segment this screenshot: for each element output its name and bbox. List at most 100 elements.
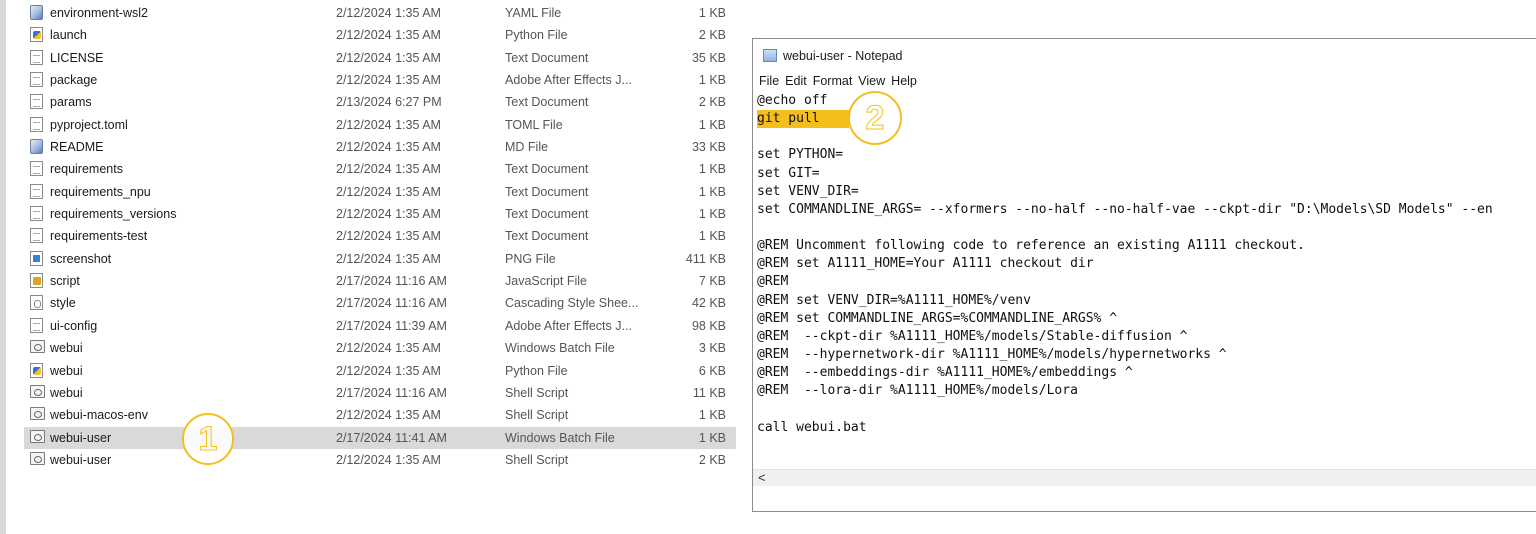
file-size: 98 KB: [691, 318, 726, 333]
file-row[interactable]: requirements 2/12/2024 1:35 AM Text Docume…: [24, 158, 736, 180]
code-line: call webui.bat: [757, 419, 867, 435]
file-size: 11 KB: [692, 385, 726, 400]
file-row[interactable]: webui 2/17/2024 11:16 AM Shell Script 11 KB: [24, 382, 736, 404]
text-file-icon: [30, 49, 43, 65]
file-row[interactable]: script 2/17/2024 11:16 AM JavaScript File 7…: [24, 270, 736, 292]
text-file-icon: [30, 161, 43, 177]
css-file-icon: [30, 295, 43, 311]
menu-edit[interactable]: Edit: [785, 74, 807, 88]
file-type: Text Document: [505, 207, 589, 222]
file-size: 2 KB: [698, 452, 726, 467]
file-type: YAML File: [505, 6, 562, 20]
file-size: 1 KB: [698, 117, 726, 132]
file-date: 2/12/2024 1:35 AM: [336, 162, 441, 177]
file-type: JavaScript File: [505, 274, 587, 289]
file-row[interactable]: pyproject.toml 2/12/2024 1:35 AM TOML File…: [24, 114, 736, 136]
text-editor-area[interactable]: @echo off git pull set PYTHON= set GIT= set …: [757, 92, 1536, 472]
menu-help[interactable]: Help: [891, 74, 917, 88]
js-file-icon: [30, 273, 43, 289]
file-date: 2/17/2024 11:16 AM: [336, 296, 447, 311]
file-type: Shell Script: [505, 385, 569, 400]
file-size: 33 KB: [691, 140, 726, 155]
file-row[interactable]: params 2/13/2024 6:27 PM Text Document 2 KB: [24, 91, 736, 113]
text-file-icon: [30, 94, 43, 110]
file-row[interactable]: requirements-test 2/12/2024 1:35 AM Text D…: [24, 225, 736, 247]
menu-view[interactable]: View: [858, 74, 885, 88]
yaml-file-icon: [30, 5, 43, 20]
file-row[interactable]: package 2/12/2024 1:35 AM Adobe After Effe…: [24, 69, 736, 91]
menu-format[interactable]: Format: [813, 74, 853, 88]
status-bar: [753, 486, 1536, 511]
file-date: 2/12/2024 1:35 AM: [336, 251, 441, 266]
file-date: 2/12/2024 1:35 AM: [336, 28, 441, 43]
menu-file[interactable]: File: [759, 74, 779, 88]
python-file-icon: [30, 362, 43, 378]
file-date: 2/12/2024 1:35 AM: [336, 6, 441, 20]
file-name: script: [50, 274, 80, 289]
batch-file-icon: [30, 340, 45, 354]
file-date: 2/13/2024 6:27 PM: [336, 95, 442, 110]
file-size: 1 KB: [698, 430, 726, 445]
file-name: ui-config: [50, 318, 98, 333]
file-row[interactable]: screenshot 2/12/2024 1:35 AM PNG File 411 K…: [24, 248, 736, 270]
window-title: webui-user - Notepad: [783, 49, 903, 63]
file-row[interactable]: webui-macos-env 2/12/2024 1:35 AM Shell Sc…: [24, 404, 736, 426]
file-row[interactable]: requirements_npu 2/12/2024 1:35 AM Text Do…: [24, 181, 736, 203]
file-row[interactable]: style 2/17/2024 11:16 AM Cascading Style S…: [24, 292, 736, 314]
file-type: Adobe After Effects J...: [505, 318, 632, 333]
scroll-left-arrow-icon[interactable]: <: [758, 470, 766, 485]
file-size: 1 KB: [698, 73, 726, 88]
file-type: Text Document: [505, 95, 589, 110]
file-name: webui-user: [50, 452, 112, 467]
file-name: webui: [50, 385, 83, 400]
file-row[interactable]: README 2/12/2024 1:35 AM MD File 33 KB: [24, 136, 736, 158]
file-type: Windows Batch File: [505, 341, 615, 356]
code-line: set PYTHON=: [757, 147, 844, 163]
file-date: 2/12/2024 1:35 AM: [336, 50, 441, 65]
file-row[interactable]: environment-wsl2 2/12/2024 1:35 AM YAML Fi…: [24, 2, 736, 24]
file-row[interactable]: launch 2/12/2024 1:35 AM Python File 2 KB: [24, 24, 736, 46]
file-row[interactable]: webui-user 2/17/2024 11:41 AM Windows Batc…: [24, 426, 736, 449]
file-type: Text Document: [505, 229, 589, 244]
file-name: pyproject.toml: [50, 117, 128, 132]
png-file-icon: [30, 250, 43, 266]
file-date: 2/12/2024 1:35 AM: [336, 73, 441, 88]
file-row[interactable]: webui 2/12/2024 1:35 AM Windows Batch File…: [24, 337, 736, 359]
file-row[interactable]: ui-config 2/17/2024 11:39 AM Adobe After E…: [24, 315, 736, 337]
code-line: @REM --lora-dir %A1111_HOME%/models/Lora: [757, 383, 1078, 399]
file-name: webui: [50, 341, 83, 356]
file-size: 1 KB: [698, 184, 726, 199]
code-line: @REM --embeddings-dir %A1111_HOME%/embed…: [757, 365, 1133, 381]
code-line: @REM Uncomment following code to referen…: [757, 238, 1305, 254]
file-type: Shell Script: [505, 408, 569, 423]
step-badge-2: 2: [848, 91, 902, 145]
file-size: 1 KB: [698, 6, 726, 20]
file-name: webui-user: [50, 430, 112, 445]
batch-file-icon: [30, 429, 45, 443]
file-date: 2/12/2024 1:35 AM: [336, 140, 441, 155]
horizontal-scrollbar[interactable]: <: [753, 469, 1536, 487]
file-date: 2/12/2024 1:35 AM: [336, 452, 441, 467]
file-name: webui: [50, 363, 83, 378]
file-type: PNG File: [505, 251, 556, 266]
python-file-icon: [30, 27, 43, 43]
file-name: launch: [50, 28, 87, 43]
file-size: 7 KB: [698, 274, 726, 289]
file-row[interactable]: webui 2/12/2024 1:35 AM Python File 6 KB: [24, 360, 736, 382]
file-row[interactable]: LICENSE 2/12/2024 1:35 AM Text Document 35 …: [24, 47, 736, 69]
file-size: 42 KB: [691, 296, 726, 311]
file-type: Cascading Style Shee...: [505, 296, 639, 311]
notepad-titlebar[interactable]: webui-user - Notepad: [753, 39, 1536, 71]
file-date: 2/12/2024 1:35 AM: [336, 184, 441, 199]
file-row[interactable]: requirements_versions 2/12/2024 1:35 AM Te…: [24, 203, 736, 225]
file-size: 1 KB: [698, 207, 726, 222]
file-row[interactable]: webui-user 2/12/2024 1:35 AM Shell Script 2…: [24, 449, 736, 471]
step-badge-1: 1: [182, 413, 234, 465]
file-name: requirements_npu: [50, 184, 151, 199]
left-panel-edge: [0, 0, 6, 534]
md-file-icon: [30, 139, 43, 155]
shell-file-icon: [30, 451, 45, 465]
code-line: @REM --ckpt-dir %A1111_HOME%/models/Stab…: [757, 328, 1188, 344]
file-name: README: [50, 140, 104, 155]
